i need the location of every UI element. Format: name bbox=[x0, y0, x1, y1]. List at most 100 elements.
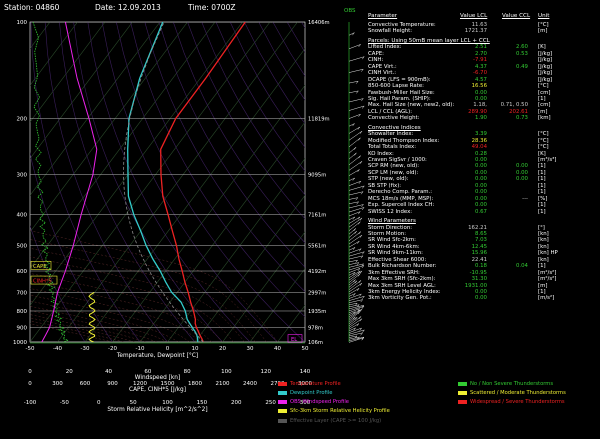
temperature-tick-label: -30 bbox=[81, 346, 90, 352]
height-tick-label: 16406m bbox=[308, 20, 330, 26]
param-unit: [°C] bbox=[538, 144, 549, 151]
param-value-lcl: 1721.37 bbox=[464, 28, 487, 35]
param-unit: [1] bbox=[538, 208, 546, 215]
param-label: Storm Direction: bbox=[368, 224, 413, 231]
legend-swatch bbox=[278, 408, 287, 413]
param-value-ccl: 0.04 bbox=[515, 263, 528, 270]
section-title: Parcels: Using 50mB mean layer LCL + CCL bbox=[368, 37, 490, 44]
param-value-ccl: --- bbox=[522, 195, 528, 202]
param-unit: [m²/s²] bbox=[538, 276, 557, 283]
param-unit: [m] bbox=[538, 282, 548, 289]
param-unit: [m] bbox=[538, 28, 548, 35]
param-label: CAPE Virt.: bbox=[368, 63, 397, 70]
param-value-lcl: 8.65 bbox=[474, 230, 487, 237]
param-unit: [K] bbox=[538, 150, 546, 157]
height-tick-label: 5561m bbox=[308, 244, 326, 250]
pressure-tick-label: 300 bbox=[17, 173, 28, 179]
param-label: STP (new, old): bbox=[368, 176, 409, 183]
legend-label: Sfc-3km Storm Relative Helicity Profile bbox=[290, 408, 390, 414]
param-value-lcl: 0.00 bbox=[474, 157, 487, 163]
wind-barb bbox=[348, 152, 357, 160]
wind-barb bbox=[348, 207, 365, 213]
wind-barb bbox=[348, 147, 357, 154]
param-value-lcl: 31.30 bbox=[471, 276, 487, 283]
wind-barb bbox=[348, 230, 357, 238]
plot-frame bbox=[29, 21, 306, 343]
windspeed-tick-label: 120 bbox=[260, 369, 271, 375]
param-unit: [J/kg] bbox=[538, 76, 553, 83]
temperature-tick-label: -40 bbox=[53, 346, 62, 352]
param-value-lcl: 0.67 bbox=[474, 208, 487, 215]
param-value-lcl: 15.96 bbox=[471, 250, 487, 257]
srh-tick-label: 0 bbox=[97, 400, 101, 406]
param-label: Craven SigSvr / 1000: bbox=[368, 157, 427, 163]
cape-tick-label: 1800 bbox=[188, 381, 202, 387]
col-header-ccl: Value CCL bbox=[502, 13, 531, 19]
param-unit: [kn] bbox=[538, 237, 549, 244]
cape-tick-label: 2100 bbox=[216, 381, 230, 387]
param-value-ccl: 0.00 bbox=[515, 163, 528, 170]
param-label: Total Totals Index: bbox=[368, 144, 417, 151]
temperature-tick-label: -10 bbox=[136, 346, 145, 352]
param-unit: [°] bbox=[538, 224, 545, 231]
param-value-ccl: 0.53 bbox=[515, 50, 528, 57]
param-value-lcl: 0.00 bbox=[474, 202, 487, 209]
wind-barb bbox=[348, 161, 363, 171]
param-value-ccl: 0.00 bbox=[515, 169, 528, 176]
param-label: Convective Height: bbox=[368, 115, 420, 122]
temperature-tick-label: 20 bbox=[219, 346, 226, 352]
param-value-lcl: 1931.00 bbox=[464, 282, 487, 289]
windspeed-tick-label: 0 bbox=[28, 369, 32, 375]
param-label: CAPE: bbox=[368, 50, 384, 57]
param-label: Convective Temperature: bbox=[368, 22, 436, 28]
wind-barb bbox=[348, 273, 361, 283]
wind-barb bbox=[348, 68, 364, 73]
section-title: Wind Parameters bbox=[368, 218, 416, 225]
param-label: CINH: bbox=[368, 57, 384, 64]
legend-item: Sfc-3km Storm Relative Helicity Profile bbox=[278, 408, 390, 414]
cinh-label: CINH*5 bbox=[33, 279, 52, 285]
wind-barb-column bbox=[348, 22, 365, 343]
param-unit: [1] bbox=[538, 263, 546, 270]
param-unit: [°C] bbox=[538, 83, 549, 90]
cape-label: CAPE bbox=[33, 264, 47, 270]
wind-barb bbox=[348, 216, 361, 224]
temperature-tick-label: -20 bbox=[108, 346, 117, 352]
section-title: Convective Indices bbox=[368, 124, 421, 131]
wind-barb bbox=[348, 332, 363, 337]
wind-barb bbox=[348, 279, 356, 286]
srh-axis-label: Storm Relative Helicity [m^2/s^2] bbox=[107, 407, 207, 413]
legend-label: No / Non Severe Thunderstorms bbox=[470, 381, 554, 387]
srh-tick-label: -100 bbox=[24, 400, 37, 406]
param-value-lcl: -10.95 bbox=[469, 269, 487, 276]
param-unit: [cm] bbox=[538, 102, 551, 109]
srh-tick-label: 100 bbox=[162, 400, 173, 406]
param-label: Snowfall Height: bbox=[368, 28, 413, 35]
param-unit: [kn] bbox=[538, 230, 549, 237]
param-unit: [J/kg] bbox=[538, 63, 553, 70]
param-unit: [kn] HP bbox=[538, 250, 558, 257]
param-unit: [m³/s³] bbox=[538, 157, 557, 163]
param-value-lcl: 0.00 bbox=[474, 182, 487, 189]
param-label: Showalter Index: bbox=[368, 131, 414, 138]
param-value-lcl: 0.00 bbox=[474, 295, 487, 302]
param-value-ccl: 2.60 bbox=[515, 44, 528, 51]
param-unit: [1] bbox=[538, 163, 546, 170]
temperature-tick-label: 50 bbox=[302, 346, 309, 352]
legend-label: Temperature Profile bbox=[290, 381, 341, 387]
param-label: Modified Thompson Index: bbox=[368, 137, 440, 144]
height-tick-label: 4192m bbox=[308, 269, 326, 275]
param-label: Storm Motion: bbox=[368, 230, 407, 237]
param-label: DCAPE (LFS = 900mB): bbox=[368, 76, 431, 83]
param-unit: [°C] bbox=[538, 131, 549, 138]
legend-label: Dewpoint Profile bbox=[290, 390, 333, 396]
windspeed-tick-label: 80 bbox=[184, 369, 191, 375]
param-value-ccl: 0.49 bbox=[515, 63, 528, 70]
legend-swatch bbox=[278, 381, 287, 386]
param-label: Max 3km SRH Level AGL: bbox=[368, 282, 436, 289]
height-tick-label: 7161m bbox=[308, 213, 326, 219]
param-value-lcl: 16.56 bbox=[471, 83, 487, 90]
col-header-parameter: Parameter bbox=[368, 13, 398, 19]
obs-label: OBS bbox=[344, 8, 356, 14]
param-label: Lifted Index: bbox=[368, 44, 402, 51]
